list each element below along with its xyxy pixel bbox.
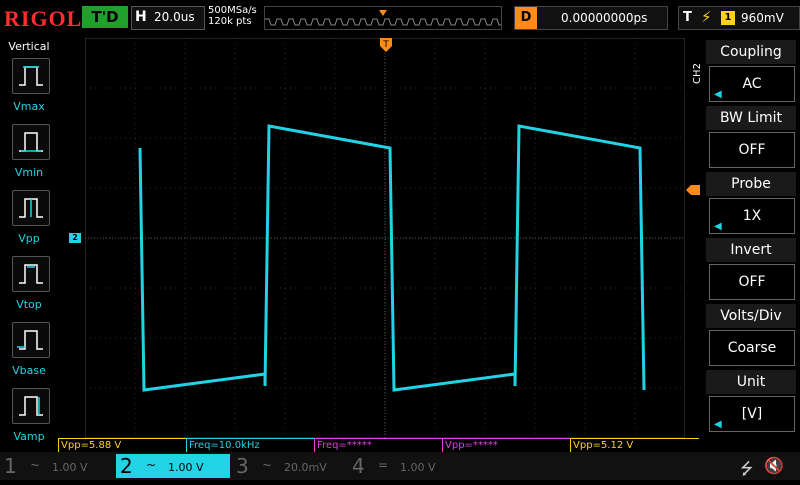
memory-depth: 120k pts (208, 16, 252, 27)
vmax-label: Vmax (13, 100, 45, 113)
channel-4-status[interactable]: 4 = 1.00 V (348, 454, 462, 478)
coupling-value-text: AC (742, 76, 762, 92)
run-status-badge[interactable]: T'D (82, 6, 128, 28)
trigger-level-value: 960mV (741, 11, 784, 25)
measurement-1[interactable]: Vpp=5.88 V (58, 438, 187, 452)
menu-invert-title: Invert (706, 238, 796, 262)
channel-menu: CH2 Coupling ◀ AC BW Limit OFF Probe ◀ 1X … (692, 38, 800, 438)
vbase-icon (17, 330, 43, 350)
menu-coupling[interactable]: Coupling ◀ AC (706, 40, 796, 102)
menu-invert-value[interactable]: OFF (709, 264, 795, 300)
channel-scale: 1.00 V (52, 461, 88, 474)
trigger-source-badge: 1 (721, 11, 735, 25)
waveform-display[interactable] (85, 38, 685, 438)
menu-probe-value[interactable]: ◀ 1X (709, 198, 795, 234)
measure-panel: Vertical Vmax Vmin Vpp Vtop Vbase Vamp (0, 38, 58, 443)
measurement-strip: Vpp=5.88 V Freq=10.0kHz Freq=***** Vpp=*… (58, 438, 699, 452)
vpp-icon (19, 198, 43, 218)
vmax-icon (19, 66, 43, 86)
vpp-button[interactable] (12, 190, 50, 226)
svg-text:T: T (382, 40, 389, 50)
menu-bw-limit-title: BW Limit (706, 106, 796, 130)
coupling-icon: ~ (262, 458, 273, 472)
unit-value-text: [V] (741, 406, 763, 422)
channel-scale: 1.00 V (168, 461, 204, 474)
ch2-offset-marker[interactable]: 2 (69, 233, 81, 243)
menu-probe-title: Probe (706, 172, 796, 196)
probe-value-text: 1X (742, 208, 762, 224)
menu-unit[interactable]: Unit ◀ [V] (706, 370, 796, 432)
channel-number: 4 (352, 454, 365, 478)
menu-coupling-title: Coupling (706, 40, 796, 64)
menu-volts-div[interactable]: Volts/Div Coarse (706, 304, 796, 366)
menu-invert[interactable]: Invert OFF (706, 238, 796, 300)
vtop-icon (19, 264, 43, 284)
menu-unit-value[interactable]: ◀ [V] (709, 396, 795, 432)
vtop-label: Vtop (16, 298, 42, 311)
coupling-icon: ~ (146, 458, 157, 472)
measurement-3[interactable]: Freq=***** (314, 438, 443, 452)
vamp-icon (19, 396, 43, 416)
delay-value: 0.00000000ps (561, 11, 648, 25)
vtop-button[interactable] (12, 256, 50, 292)
coupling-icon: ~ (30, 458, 41, 472)
horizontal-timebase-box[interactable]: H 20.0us (131, 6, 205, 30)
trigger-position-bar[interactable] (264, 6, 502, 30)
channel-status-bar: 1 ~ 1.00 V 2 ~ 1.00 V 3 ~ 20.0mV 4 = 1.0… (0, 452, 800, 480)
trigger-label: T (683, 10, 692, 25)
delay-box[interactable]: D 0.00000000ps (514, 6, 668, 30)
menu-volts-div-title: Volts/Div (706, 304, 796, 328)
vpp-label: Vpp (18, 232, 40, 245)
measurement-4[interactable]: Vpp=***** (442, 438, 571, 452)
menu-bw-limit-value[interactable]: OFF (709, 132, 795, 168)
channel-3-status[interactable]: 3 ~ 20.0mV (232, 454, 346, 478)
vmin-button[interactable] (12, 124, 50, 160)
vamp-button[interactable] (12, 388, 50, 424)
channel-2-status[interactable]: 2 ~ 1.00 V (116, 454, 230, 478)
left-arrow-icon: ◀ (714, 419, 722, 430)
menu-unit-title: Unit (706, 370, 796, 394)
coupling-icon: = (378, 458, 389, 472)
vbase-label: Vbase (12, 364, 46, 377)
measure-panel-title: Vertical (8, 40, 50, 53)
channel-scale: 1.00 V (400, 461, 436, 474)
trigger-time-marker[interactable]: T (380, 38, 392, 56)
timebase-value: 20.0us (154, 10, 195, 24)
delay-label: D (515, 7, 537, 29)
usb-icon: ⭍ (740, 459, 754, 478)
trigger-level-marker[interactable] (686, 185, 700, 195)
channel-scale: 20.0mV (284, 461, 327, 474)
vamp-label: Vamp (13, 430, 45, 443)
vmin-icon (19, 132, 43, 152)
menu-volts-div-value[interactable]: Coarse (709, 330, 795, 366)
measurement-2[interactable]: Freq=10.0kHz (186, 438, 315, 452)
vbase-button[interactable] (12, 322, 50, 358)
channel-number: 2 (120, 454, 133, 478)
menu-probe[interactable]: Probe ◀ 1X (706, 172, 796, 234)
rising-edge-icon: ⚡ (701, 8, 712, 26)
channel-number: 3 (236, 454, 249, 478)
menu-bw-limit[interactable]: BW Limit OFF (706, 106, 796, 168)
menu-coupling-value[interactable]: ◀ AC (709, 66, 795, 102)
vmax-button[interactable] (12, 58, 50, 94)
horizontal-label: H (135, 9, 147, 25)
memory-waveform-overview (265, 7, 501, 29)
acquisition-info: 500MSa/s 120k pts (208, 5, 257, 27)
speaker-muted-icon[interactable]: 🔇 (764, 456, 784, 475)
trigger-box[interactable]: T ⚡ 1 960mV (678, 6, 800, 30)
vmin-label: Vmin (14, 166, 44, 179)
brand-logo: RIGOL (4, 6, 83, 31)
channel-number: 1 (4, 454, 17, 478)
channel-1-status[interactable]: 1 ~ 1.00 V (0, 454, 114, 478)
measurement-5[interactable]: Vpp=5.12 V (570, 438, 699, 452)
sample-rate: 500MSa/s (208, 5, 257, 16)
menu-channel-tab: CH2 (691, 63, 703, 84)
top-status-bar: RIGOL T'D H 20.0us 500MSa/s 120k pts D 0… (0, 0, 800, 38)
